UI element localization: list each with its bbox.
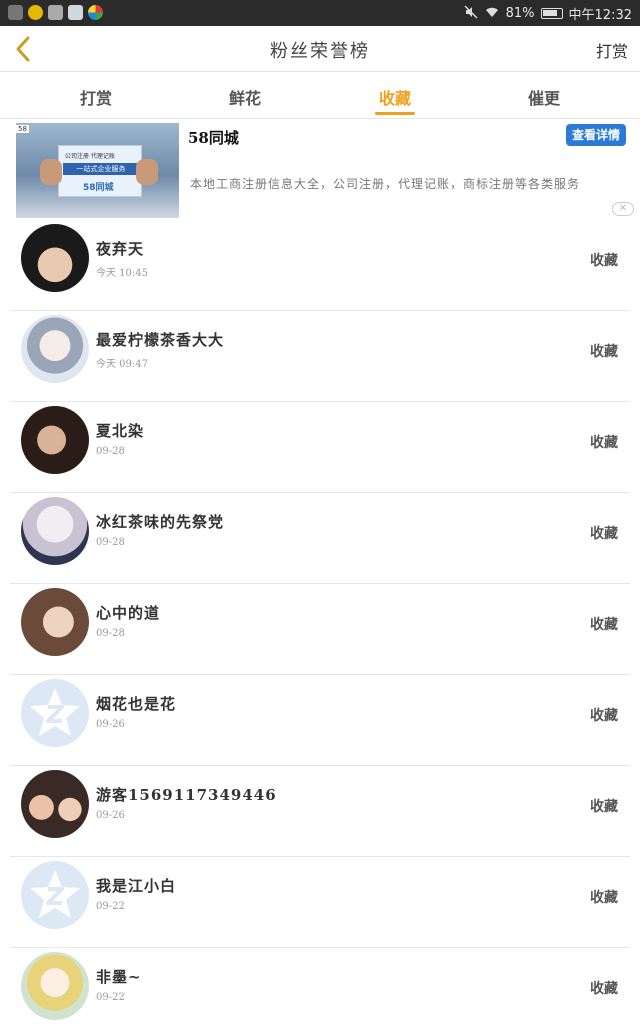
notification-app-icon	[68, 5, 83, 20]
fan-name: 最爱柠檬茶香大大	[96, 331, 225, 349]
avatar[interactable]	[21, 679, 89, 747]
action-label: 收藏	[590, 981, 618, 997]
fan-time: 09-22	[96, 992, 125, 1003]
list-item[interactable]: 夜弃天 今天 10:45 收藏	[0, 220, 640, 311]
fan-time: 09-22	[96, 901, 125, 912]
tab-favorites[interactable]: 收藏	[355, 85, 435, 115]
chevron-left-icon	[16, 36, 30, 62]
avatar[interactable]	[21, 770, 89, 838]
list-item[interactable]: 冰红茶味的先祭党 09-28 收藏	[0, 493, 640, 584]
avatar[interactable]	[21, 497, 89, 565]
ad-image-text: 一站式企业服务	[63, 163, 139, 175]
status-bar: 81% 中午12:32	[0, 0, 640, 26]
mute-icon	[464, 4, 478, 23]
tab-bar: 打赏 鲜花 收藏 催更	[0, 73, 640, 119]
default-avatar-icon	[30, 870, 80, 918]
view-details-button[interactable]: 查看详情	[566, 124, 626, 146]
clock: 中午12:32	[568, 8, 632, 23]
fan-time: 09-28	[96, 446, 125, 457]
fan-time: 今天 09:47	[96, 359, 148, 370]
wifi-icon	[484, 6, 500, 22]
fan-name: 非墨~	[96, 968, 142, 986]
header: 粉丝荣誉榜 打赏	[0, 26, 640, 72]
ad-image-logo: 58同城	[83, 183, 114, 193]
ad-image-card: 公司注册 代理记账 一站式企业服务 58同城	[58, 145, 142, 197]
fan-time: 09-28	[96, 537, 125, 548]
page-title: 粉丝荣誉榜	[270, 41, 370, 62]
action-label: 收藏	[590, 617, 618, 633]
list-item[interactable]: 最爱柠檬茶香大大 今天 09:47 收藏	[0, 311, 640, 402]
notification-app-icon	[8, 5, 23, 20]
ad-image: 58 公司注册 代理记账 一站式企业服务 58同城	[16, 123, 179, 218]
notification-icons	[8, 5, 103, 20]
tab-favorites-label: 收藏	[378, 89, 411, 108]
avatar[interactable]	[21, 588, 89, 656]
list-item[interactable]: 烟花也是花 09-26 收藏	[0, 675, 640, 766]
action-label: 收藏	[590, 890, 618, 906]
hand-shape	[40, 159, 62, 185]
tab-urge-update[interactable]: 催更	[504, 85, 584, 109]
notification-app-icon	[48, 5, 63, 20]
action-label: 收藏	[590, 708, 618, 724]
avatar[interactable]	[21, 952, 89, 1020]
default-avatar-icon	[30, 688, 80, 736]
fan-time: 09-26	[96, 719, 125, 730]
action-label: 收藏	[590, 526, 618, 542]
fan-time: 09-26	[96, 810, 125, 821]
list-item[interactable]: 游客1569117349446 09-26 收藏	[0, 766, 640, 857]
ad-description: 本地工商注册信息大全，公司注册，代理记账，商标注册等各类服务	[190, 177, 581, 191]
fan-name: 我是江小白	[96, 877, 177, 895]
list-item[interactable]: 心中的道 09-28 收藏	[0, 584, 640, 675]
tab-reward[interactable]: 打赏	[56, 85, 136, 109]
ad-banner[interactable]: 58 公司注册 代理记账 一站式企业服务 58同城 58同城 本地工商注册信息大…	[0, 120, 640, 220]
fan-time: 今天 10:45	[96, 268, 148, 279]
fan-name: 冰红茶味的先祭党	[96, 513, 225, 531]
action-label: 收藏	[590, 435, 618, 451]
fan-list: 夜弃天 今天 10:45 收藏 最爱柠檬茶香大大 今天 09:47 收藏 夏北染…	[0, 220, 640, 1024]
notification-app-icon	[88, 5, 103, 20]
ad-image-text: 公司注册 代理记账	[65, 153, 115, 160]
hand-shape	[136, 159, 158, 185]
ad-advertiser: 58同城	[188, 129, 239, 147]
active-tab-indicator	[375, 112, 415, 115]
battery-percent: 81%	[505, 6, 535, 21]
reward-button[interactable]: 打赏	[596, 38, 628, 62]
list-item[interactable]: 非墨~ 09-22 收藏	[0, 948, 640, 1024]
fan-name: 夏北染	[96, 422, 145, 440]
fan-name: 游客1569117349446	[96, 786, 277, 804]
ad-badge: 58	[16, 125, 29, 133]
avatar[interactable]	[21, 315, 89, 383]
fan-name: 心中的道	[96, 604, 161, 622]
back-button[interactable]	[8, 32, 38, 66]
avatar[interactable]	[21, 861, 89, 929]
fan-name: 夜弃天	[96, 240, 145, 258]
avatar[interactable]	[21, 224, 89, 292]
battery-icon	[540, 8, 563, 19]
list-item[interactable]: 夏北染 09-28 收藏	[0, 402, 640, 493]
action-label: 收藏	[590, 799, 618, 815]
avatar[interactable]	[21, 406, 89, 474]
action-label: 收藏	[590, 253, 618, 269]
notification-app-icon	[28, 5, 43, 20]
close-icon[interactable]: ✕	[612, 202, 634, 216]
tab-flowers[interactable]: 鲜花	[205, 85, 285, 109]
fan-name: 烟花也是花	[96, 695, 177, 713]
fan-time: 09-28	[96, 628, 125, 639]
list-item[interactable]: 我是江小白 09-22 收藏	[0, 857, 640, 948]
action-label: 收藏	[590, 344, 618, 360]
